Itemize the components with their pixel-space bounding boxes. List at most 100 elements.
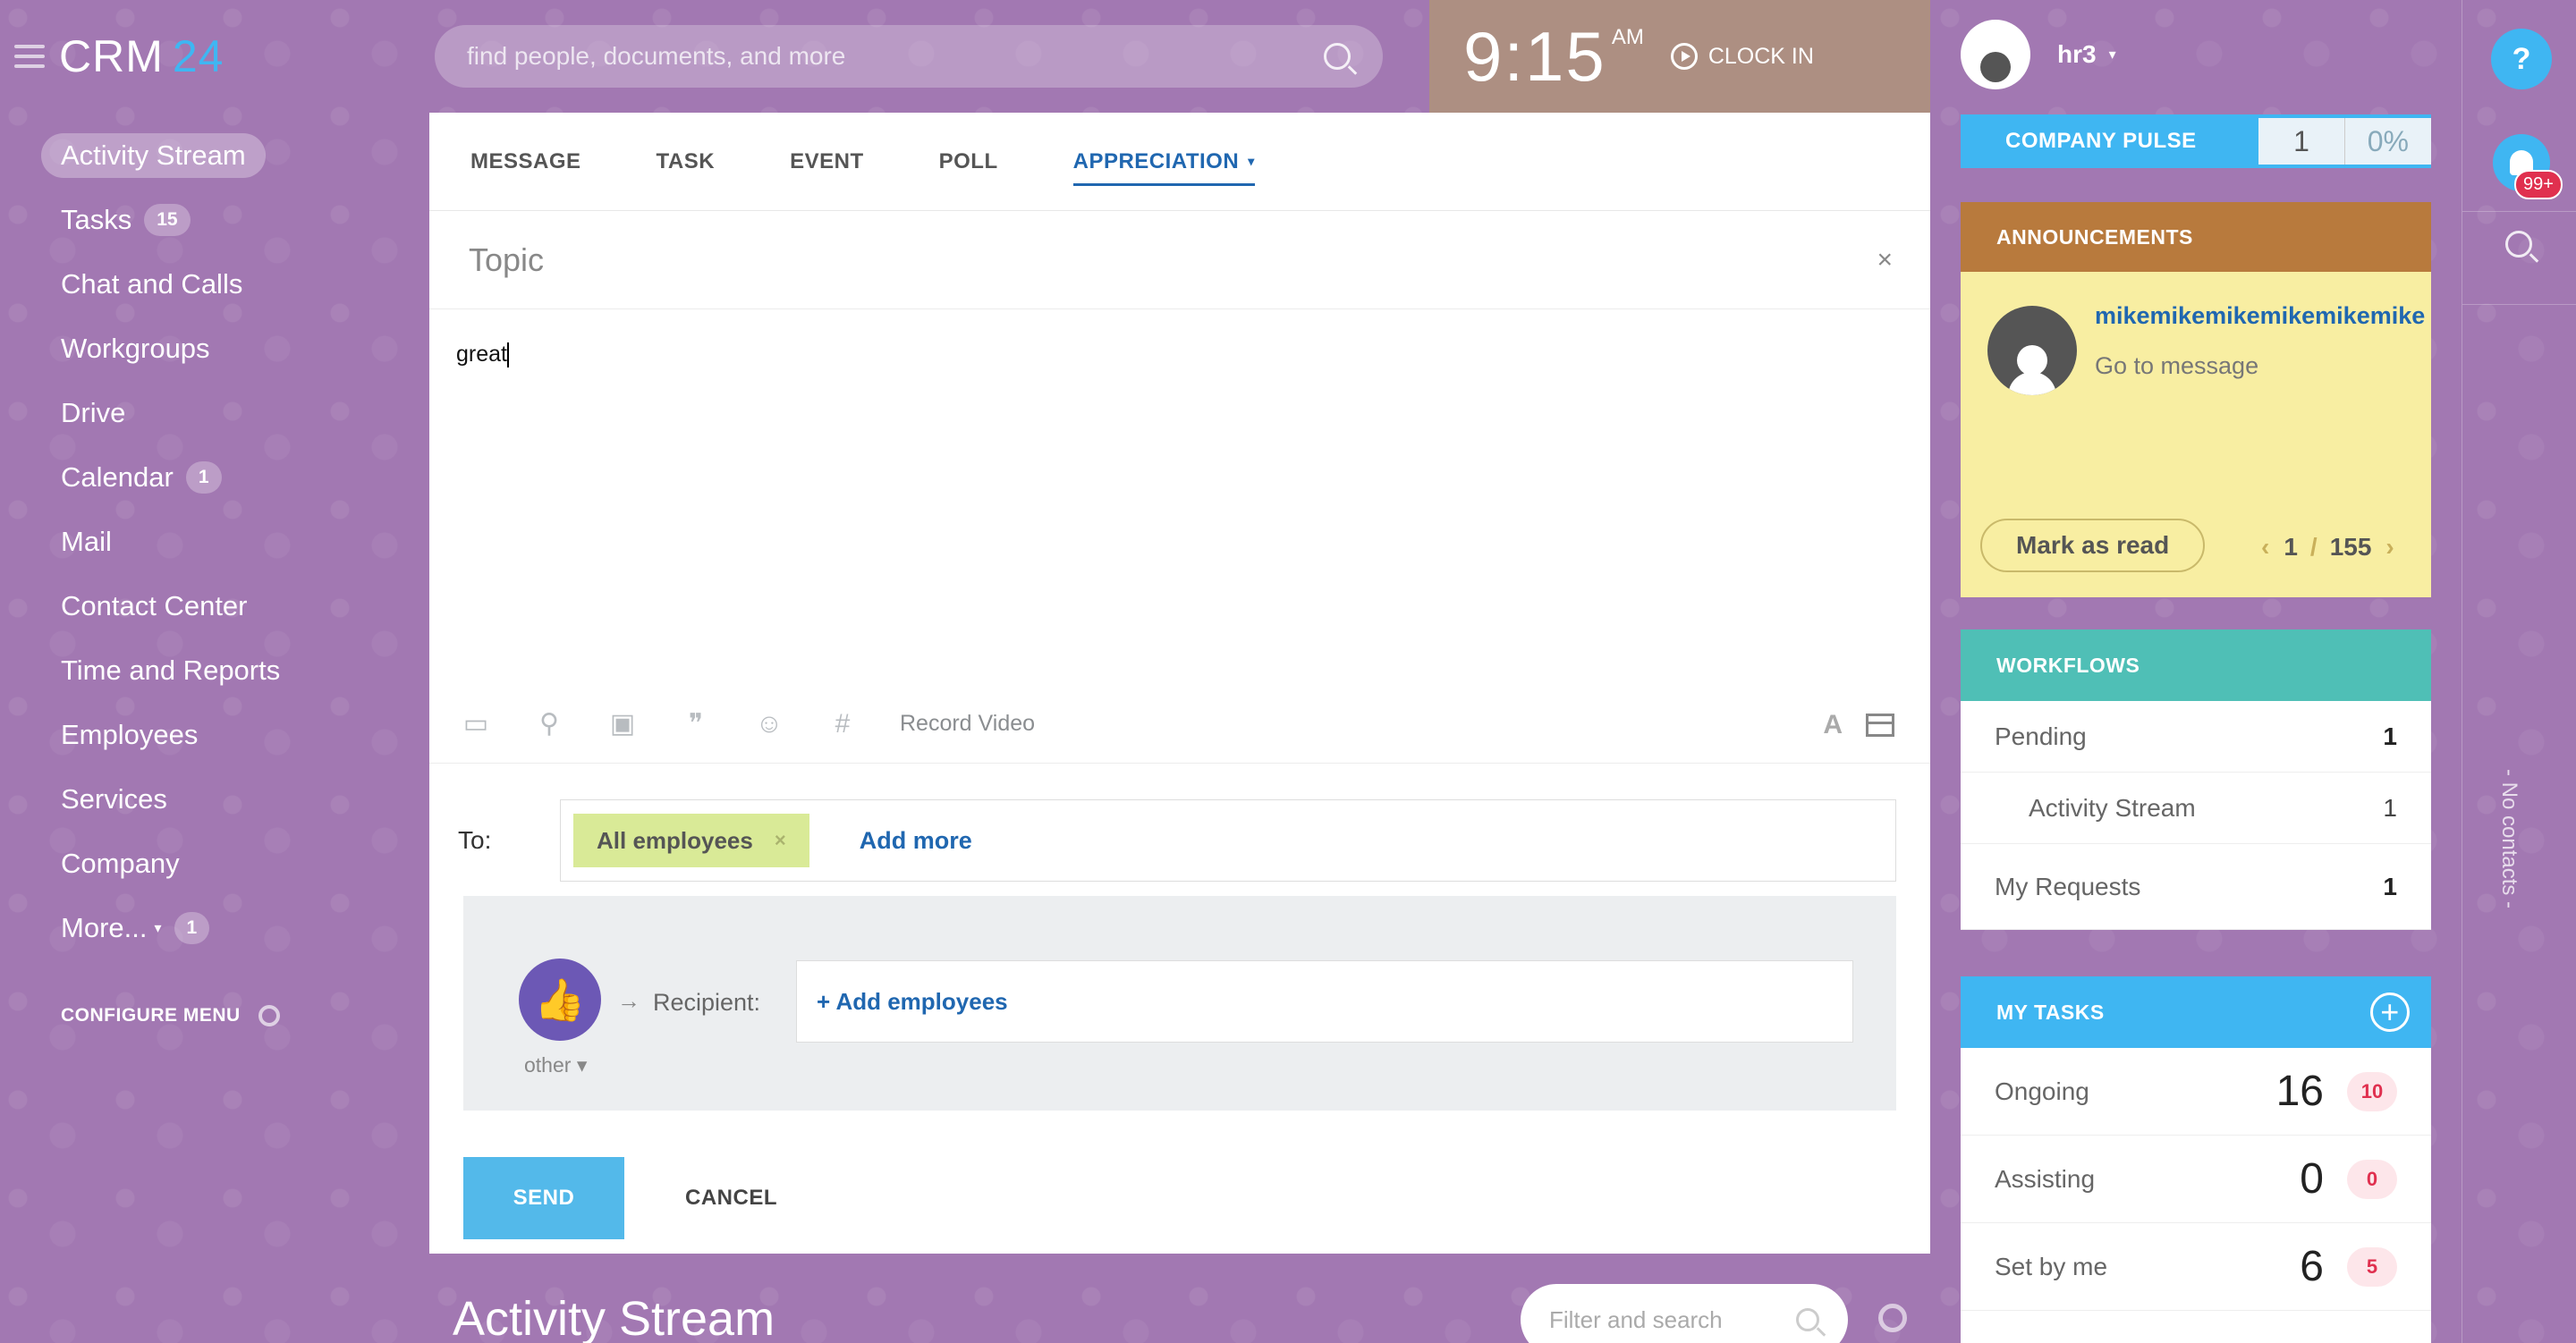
right-rail: ? 99+ - No contacts - <box>2462 0 2576 1343</box>
no-contacts-label: - No contacts - <box>2497 769 2521 909</box>
add-task-icon[interactable]: + <box>2370 992 2410 1032</box>
add-more-link[interactable]: Add more <box>860 827 972 855</box>
sidebar-item-more[interactable]: More... ▾ 1 <box>41 896 280 960</box>
left-sidebar: CRM 24 Activity Stream Tasks 15 Chat and C… <box>0 0 420 1343</box>
search-icon[interactable] <box>1324 43 1351 70</box>
chevron-right-icon[interactable]: › <box>2385 533 2394 562</box>
clock-in-button[interactable]: CLOCK IN <box>1670 43 1814 70</box>
my-tasks-header: MY TASKS + <box>1961 976 2431 1048</box>
sidebar-item-employees[interactable]: Employees <box>41 703 280 767</box>
clock-ampm: AM <box>1611 25 1644 49</box>
record-video-button[interactable]: Record Video <box>900 711 1035 737</box>
thumbs-up-icon[interactable]: 👍 <box>519 959 601 1041</box>
task-row[interactable]: Assisting 0 0 <box>1961 1136 2431 1223</box>
mention-icon[interactable]: ☺ <box>753 710 785 738</box>
sidebar-item-company[interactable]: Company <box>41 832 280 896</box>
workflow-row[interactable]: Activity Stream 1 <box>1961 773 2431 844</box>
menu-icon[interactable] <box>14 45 45 68</box>
appreciation-type-select[interactable]: other ▾ <box>524 1053 587 1077</box>
chevron-down-icon: ▾ <box>576 1053 588 1077</box>
message-editor[interactable]: great <box>429 309 1930 685</box>
send-button[interactable]: SEND <box>463 1157 624 1239</box>
add-employees-field[interactable]: + Add employees <box>796 960 1853 1043</box>
my-tasks-widget: MY TASKS + Ongoing 16 10 Assisting 0 0 Set by… <box>1961 976 2431 1343</box>
filter-search-field[interactable]: Filter and search <box>1521 1284 1848 1343</box>
recipients-row: To: All employees × Add more <box>429 764 1930 882</box>
sidebar-item-tasks[interactable]: Tasks 15 <box>41 188 280 252</box>
recipient-label: Recipient: <box>653 989 761 1016</box>
arrow-right-icon: → <box>617 987 640 1014</box>
announcements-header: ANNOUNCEMENTS <box>1961 202 2431 272</box>
sidebar-item-activity-stream[interactable]: Activity Stream <box>41 133 266 178</box>
sidebar-item-contact-center[interactable]: Contact Center <box>41 574 280 638</box>
configure-menu-button[interactable]: CONFIGURE MENU <box>61 1005 280 1026</box>
user-menu[interactable]: hr3 ▾ <box>1961 20 2116 89</box>
search-icon[interactable] <box>2505 231 2532 258</box>
task-count-badge: 0 <box>2347 1159 2397 1199</box>
search-input[interactable] <box>467 42 1324 71</box>
editor-toolbar: ▭ ⚲ ▣ ❞ ☺ # Record Video A <box>429 685 1930 764</box>
announcement-card: mikemikemikemikemikemike Go to message M… <box>1961 272 2431 597</box>
user-name: hr3 <box>2057 40 2097 68</box>
workflow-row[interactable]: Pending 1 <box>1961 701 2431 773</box>
company-pulse[interactable]: COMPANY PULSE 1 0% <box>1961 114 2431 168</box>
topic-row: × <box>429 211 1930 309</box>
task-row[interactable]: Ongoing 16 10 <box>1961 1048 2431 1136</box>
filter-search-placeholder: Filter and search <box>1549 1305 1723 1333</box>
composer-tabs: MESSAGE TASK EVENT POLL APPRECIATION ▾ <box>429 113 1930 211</box>
task-row[interactable]: Set by me 6 5 <box>1961 1223 2431 1311</box>
cancel-button[interactable]: CANCEL <box>685 1186 777 1211</box>
remove-recipient-icon[interactable]: × <box>775 829 786 852</box>
chevron-left-icon[interactable]: ‹ <box>2261 533 2269 562</box>
chevron-down-icon: ▾ <box>154 921 162 936</box>
workflows-widget: WORKFLOWS Pending 1 Activity Stream 1 My R… <box>1961 629 2431 930</box>
help-icon[interactable]: ? <box>2491 29 2552 89</box>
sidebar-item-chat-and-calls[interactable]: Chat and Calls <box>41 252 280 317</box>
tab-appreciation[interactable]: APPRECIATION ▾ <box>1072 113 1255 211</box>
tab-event[interactable]: EVENT <box>790 113 864 211</box>
chevron-down-icon: ▾ <box>1248 154 1255 168</box>
avatar <box>1961 20 2030 89</box>
workflows-header: WORKFLOWS <box>1961 629 2431 701</box>
mark-as-read-button[interactable]: Mark as read <box>1980 519 2206 572</box>
logo[interactable]: CRM 24 <box>59 30 225 82</box>
announcement-author[interactable]: mikemikemikemikemikemike <box>2095 302 2425 330</box>
close-icon[interactable]: × <box>1877 245 1893 275</box>
company-pulse-percent: 0% <box>2344 118 2431 165</box>
topic-input[interactable] <box>469 241 1721 279</box>
notifications-badge: 99+ <box>2514 170 2563 199</box>
tab-poll[interactable]: POLL <box>939 113 998 211</box>
sidebar-item-services[interactable]: Services <box>41 767 280 832</box>
to-label: To: <box>458 826 492 854</box>
file-upload-icon[interactable]: ▭ <box>460 710 492 738</box>
sidebar-menu: Activity Stream Tasks 15 Chat and Calls W… <box>41 123 280 960</box>
composer-actions: SEND CANCEL <box>429 1111 1930 1239</box>
gear-icon[interactable] <box>258 1005 280 1026</box>
page-title: Activity Stream <box>453 1292 775 1343</box>
video-icon[interactable]: ▣ <box>606 710 639 738</box>
search-icon[interactable] <box>1796 1308 1819 1331</box>
hashtag-icon[interactable]: # <box>826 710 859 738</box>
more-count-badge: 1 <box>174 912 210 944</box>
chevron-down-icon: ▾ <box>2108 47 2116 63</box>
task-count-badge: 5 <box>2347 1246 2397 1287</box>
go-to-message-link[interactable]: Go to message <box>2095 352 2258 380</box>
sidebar-item-workgroups[interactable]: Workgroups <box>41 317 280 381</box>
text-format-icon[interactable]: A <box>1823 710 1843 740</box>
workflow-row[interactable]: My Requests 1 <box>1961 844 2431 930</box>
play-icon <box>1670 43 1698 70</box>
recipients-box[interactable]: All employees × Add more <box>560 799 1896 882</box>
gear-icon[interactable] <box>1878 1304 1907 1332</box>
sidebar-item-drive[interactable]: Drive <box>41 381 280 445</box>
toolbar-panel-icon[interactable] <box>1866 714 1894 737</box>
tab-message[interactable]: MESSAGE <box>470 113 581 211</box>
tab-task[interactable]: TASK <box>657 113 716 211</box>
post-composer: MESSAGE TASK EVENT POLL APPRECIATION▾ × … <box>429 113 1930 1254</box>
sidebar-item-calendar[interactable]: Calendar 1 <box>41 445 280 510</box>
sidebar-item-time-and-reports[interactable]: Time and Reports <box>41 638 280 703</box>
quote-icon[interactable]: ❞ <box>680 710 712 738</box>
announcement-pager: ‹ 1 / 155 › <box>2261 533 2394 562</box>
link-icon[interactable]: ⚲ <box>533 710 565 738</box>
appreciation-panel: 👍 other ▾ → Recipient: + Add employees <box>463 896 1896 1111</box>
sidebar-item-mail[interactable]: Mail <box>41 510 280 574</box>
